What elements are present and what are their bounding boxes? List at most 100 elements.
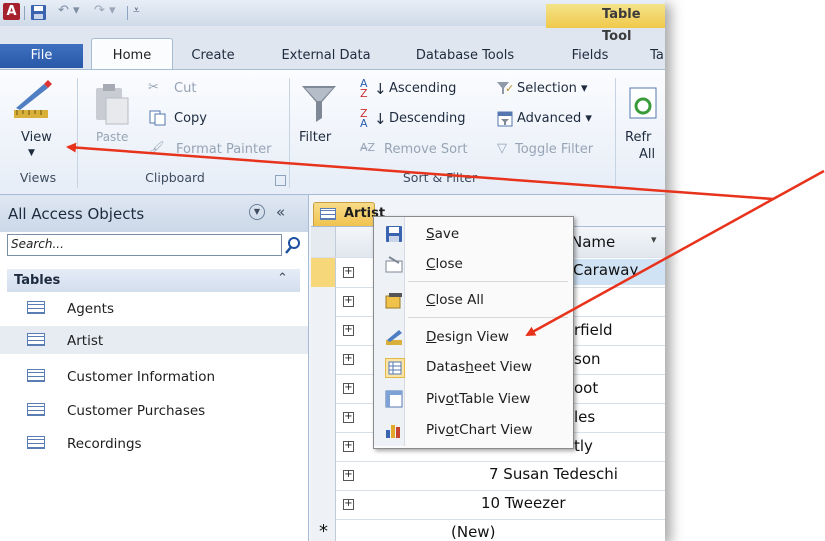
- cell-name[interactable]: les: [574, 408, 595, 426]
- row-selector[interactable]: [311, 345, 336, 374]
- toggle-filter-button[interactable]: Toggle Filter: [515, 142, 593, 157]
- tab-file[interactable]: File: [0, 44, 83, 68]
- redo-icon[interactable]: ↷ ▾: [94, 3, 124, 21]
- tab-home[interactable]: Home: [91, 38, 173, 71]
- column-dropdown-icon[interactable]: ▾: [651, 233, 657, 246]
- cell-name[interactable]: tly: [574, 437, 593, 455]
- customize-qat-icon[interactable]: ⩡: [133, 3, 149, 21]
- row-selector[interactable]: [311, 490, 336, 519]
- tab-fields[interactable]: Fields: [555, 44, 625, 68]
- menu-item-save[interactable]: Save: [375, 219, 571, 249]
- group-label-views: Views: [19, 170, 57, 185]
- descending-icon[interactable]: ZA: [360, 108, 368, 129]
- descending-button[interactable]: Descending: [389, 111, 466, 126]
- cell-name[interactable]: Caraway: [573, 261, 638, 279]
- row-selector[interactable]: [311, 287, 336, 316]
- view-button[interactable]: View: [21, 130, 52, 145]
- selection-button[interactable]: Selection ▾: [517, 81, 588, 96]
- search-icon[interactable]: [284, 235, 302, 255]
- menu-item-close[interactable]: Close: [375, 249, 571, 279]
- row-selector[interactable]: [311, 432, 336, 461]
- shutter-bar-close-icon[interactable]: «: [276, 203, 285, 221]
- ascending-icon[interactable]: AZ: [360, 78, 368, 99]
- design-view-icon[interactable]: [10, 80, 54, 124]
- refresh-all-icon[interactable]: [628, 84, 660, 124]
- menu-item-close-all[interactable]: Close All: [375, 285, 571, 315]
- nav-item-label: Customer Purchases: [67, 403, 206, 419]
- remove-sort-icon[interactable]: A̶Z: [360, 141, 375, 154]
- paste-icon[interactable]: [92, 82, 132, 126]
- new-record-row[interactable]: * (New): [311, 519, 665, 541]
- ascending-button[interactable]: Ascending: [389, 81, 456, 96]
- expand-row-icon[interactable]: +: [343, 441, 354, 452]
- cell-name[interactable]: oot: [574, 379, 598, 397]
- row-selector[interactable]: [311, 374, 336, 403]
- menu-item-pivotchart-view[interactable]: PivotChart View: [375, 415, 571, 445]
- document-tab-artist[interactable]: Artist: [313, 202, 385, 227]
- cell-name[interactable]: rfield: [574, 321, 613, 339]
- access-logo-icon[interactable]: A: [3, 3, 20, 20]
- table-row[interactable]: + 10 Tweezer: [311, 490, 665, 520]
- nav-item-customer-purchases[interactable]: Customer Purchases: [0, 397, 300, 425]
- expand-row-icon[interactable]: +: [343, 470, 354, 481]
- pivottable-view-icon: [385, 390, 403, 408]
- nav-pane-title[interactable]: All Access Objects: [8, 205, 144, 223]
- cell-name[interactable]: 10 Tweezer: [481, 494, 566, 512]
- expand-row-icon[interactable]: +: [343, 412, 354, 423]
- expand-row-icon[interactable]: +: [343, 499, 354, 510]
- cut-button[interactable]: Cut: [174, 81, 196, 96]
- save-icon[interactable]: [30, 4, 47, 21]
- row-selector[interactable]: [311, 316, 336, 345]
- column-header-name[interactable]: Name: [571, 233, 615, 251]
- filter-button[interactable]: Filter: [299, 130, 331, 145]
- cut-icon[interactable]: ✂: [148, 80, 159, 95]
- expand-row-icon[interactable]: +: [343, 325, 354, 336]
- datasheet-view-icon: [385, 358, 405, 378]
- table-icon: [27, 333, 45, 346]
- expand-row-icon[interactable]: +: [343, 267, 354, 278]
- expand-row-icon[interactable]: +: [343, 354, 354, 365]
- view-dropdown-icon[interactable]: ▼: [28, 148, 35, 158]
- collapse-group-icon[interactable]: ⌃: [277, 271, 288, 286]
- menu-item-datasheet-view[interactable]: Datasheet View: [375, 352, 571, 382]
- expand-row-icon[interactable]: +: [343, 383, 354, 394]
- refresh-all-button[interactable]: Refr: [625, 130, 651, 145]
- expand-row-icon[interactable]: +: [343, 296, 354, 307]
- group-separator: [77, 78, 78, 188]
- paste-button[interactable]: Paste: [96, 130, 128, 144]
- nav-menu-chevron-icon[interactable]: ▼: [249, 204, 265, 220]
- filter-icon[interactable]: [300, 80, 338, 124]
- menu-item-design-view[interactable]: Design View: [375, 322, 571, 352]
- cell-name[interactable]: son: [574, 350, 601, 368]
- nav-item-artist[interactable]: Artist: [0, 326, 308, 354]
- advanced-filter-icon[interactable]: [497, 111, 513, 127]
- row-selector[interactable]: [311, 461, 336, 490]
- menu-item-pivottable-view[interactable]: PivotTable View: [375, 384, 571, 414]
- nav-item-agents[interactable]: Agents: [0, 295, 300, 323]
- remove-sort-button[interactable]: Remove Sort: [384, 142, 468, 157]
- nav-item-recordings[interactable]: Recordings: [0, 430, 300, 458]
- new-record-label[interactable]: (New): [451, 523, 495, 541]
- row-selector[interactable]: [311, 403, 336, 432]
- tab-table[interactable]: Ta: [642, 44, 665, 68]
- tab-create[interactable]: Create: [178, 44, 248, 68]
- advanced-button[interactable]: Advanced ▾: [517, 111, 592, 126]
- tab-external-data[interactable]: External Data: [270, 44, 382, 68]
- refresh-all-button-line2[interactable]: All: [639, 147, 655, 162]
- tab-database-tools[interactable]: Database Tools: [399, 44, 531, 68]
- copy-button[interactable]: Copy: [174, 111, 207, 126]
- copy-icon[interactable]: [149, 110, 167, 126]
- format-painter-button[interactable]: Format Painter: [176, 142, 271, 157]
- undo-icon[interactable]: ↶ ▾: [58, 3, 88, 21]
- dialog-launcher-icon[interactable]: [275, 175, 286, 186]
- search-input[interactable]: Search...: [7, 234, 282, 256]
- nav-item-customer-information[interactable]: Customer Information: [0, 363, 300, 391]
- select-all-cell[interactable]: [311, 227, 336, 257]
- menu-item-label: PivotTable View: [426, 391, 531, 407]
- selection-filter-icon[interactable]: ✓: [496, 80, 514, 96]
- row-selector[interactable]: [311, 258, 336, 287]
- table-row[interactable]: + 7 Susan Tedeschi: [311, 461, 665, 491]
- toggle-filter-icon[interactable]: ▽: [497, 141, 507, 156]
- format-painter-icon[interactable]: 🖌: [148, 141, 165, 156]
- cell-name[interactable]: 7 Susan Tedeschi: [489, 465, 618, 483]
